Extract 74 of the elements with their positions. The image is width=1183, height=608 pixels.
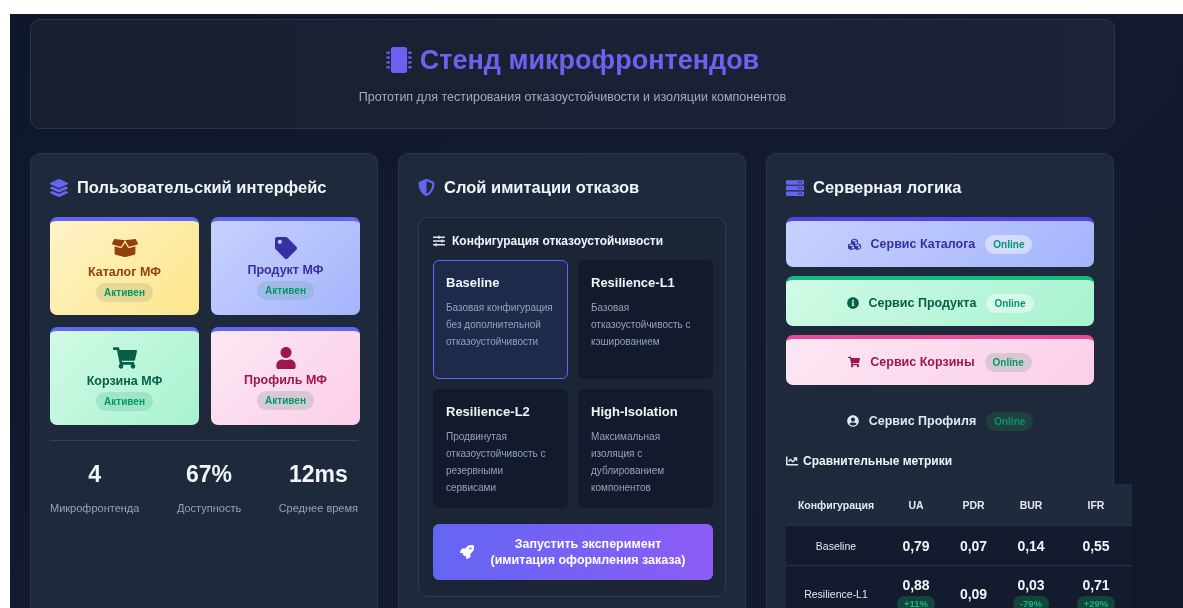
column-header: PDR <box>961 498 986 511</box>
config-name: Resilience-L2 <box>446 404 531 419</box>
service-name: Сервис Продукта <box>868 296 977 310</box>
status-badge: Online <box>986 293 1034 313</box>
stat-value: 67% <box>186 461 233 488</box>
metric-value: 0,03 <box>1017 576 1045 593</box>
column-header: IFR <box>1086 498 1106 511</box>
microfrontend-name: Каталог МФ <box>88 264 161 279</box>
run-experiment-button[interactable]: Запустить эксперимент (имитация оформления заказа) <box>433 524 713 580</box>
sliders-icon <box>433 235 445 247</box>
delta-badge: +11% <box>896 595 935 608</box>
config-title: Конфигурация отказоустойчивости <box>452 234 664 248</box>
column-header: UA <box>907 498 925 511</box>
info-icon <box>846 297 859 309</box>
metric-value: 0,14 <box>1017 537 1045 554</box>
column-header: BUR <box>1018 498 1044 511</box>
metric-value: 0,79 <box>902 537 930 554</box>
delta-badge: +29% <box>1076 595 1116 608</box>
page-title: Стенд микрофронтендов <box>419 44 760 76</box>
stat-label: Среднее время <box>278 502 358 514</box>
page-subtitle: Прототип для тестирования отказоустойчивости и изоляции компонентов <box>358 89 787 104</box>
config-name: Resilience-L1 <box>591 275 676 290</box>
config-cell-text: Resilience-L1 <box>803 587 869 600</box>
status-badge: Активен <box>257 280 314 300</box>
cart-icon <box>848 356 861 368</box>
config-name: High-Isolation <box>591 404 679 419</box>
user-icon <box>846 415 859 427</box>
stat-label: Микрофронтенда <box>50 502 140 514</box>
metric-value: 0,71 <box>1082 576 1110 593</box>
status-badge: Активен <box>96 282 153 302</box>
config-option[interactable]: High-Isolation Максимальная изоляция с дублированием компонентов <box>578 389 713 508</box>
panel-title: Слой имитации отказов <box>444 178 640 197</box>
cart-icon <box>112 345 137 370</box>
chip-icon <box>385 47 412 73</box>
microfrontend-name: Корзина МФ <box>86 373 163 388</box>
config-option[interactable]: Resilience-L1 Базовая отказоустойчивость с кэшированием <box>578 260 713 379</box>
status-badge: Online <box>986 411 1034 431</box>
metric-value: 0,09 <box>959 585 988 602</box>
cubes-icon <box>847 237 861 251</box>
stat-label: Доступность <box>176 502 242 514</box>
status-badge: Online <box>984 352 1032 372</box>
column-header: Конфигурация <box>796 498 876 511</box>
config-description: Базовая конфигурация без дополнительной отказоустойчивости <box>446 301 554 349</box>
service-name: Сервис Профиля <box>868 414 977 428</box>
config-option[interactable]: Baseline Базовая конфигурация без дополнительной отказоустойчивости <box>433 260 568 379</box>
microfrontend-name: Профиль МФ <box>243 372 328 387</box>
user-icon <box>274 346 297 369</box>
panel-title: Пользовательский интерфейс <box>77 178 327 197</box>
layers-icon <box>50 178 68 197</box>
delta-badge: -79% <box>1012 595 1050 608</box>
metric-value: 0,07 <box>959 537 988 554</box>
service-name: Сервис Каталога <box>870 237 976 251</box>
config-cell-text: Baseline <box>814 539 858 552</box>
microfrontend-name: Продукт МФ <box>247 262 324 277</box>
config-description: Базовая отказоустойчивость с кэшированием <box>591 301 692 349</box>
metric-value: 0,88 <box>902 576 930 593</box>
status-badge: Активен <box>96 391 153 411</box>
chart-line-icon <box>786 455 798 467</box>
status-badge: Online <box>985 234 1033 254</box>
config-name: Baseline <box>446 275 501 290</box>
server-icon <box>786 178 804 197</box>
tag-icon <box>274 236 297 259</box>
stat-value: 12ms <box>288 461 348 488</box>
service-name: Сервис Корзины <box>870 355 975 369</box>
panel-title: Серверная логика <box>813 178 962 197</box>
rocket-icon <box>460 545 475 559</box>
config-description: Продвинутая отказоустойчивость с резервными сервисами <box>446 430 547 495</box>
config-description: Максимальная изоляция с дублированием компонентов <box>591 430 666 495</box>
status-badge: Активен <box>257 390 314 410</box>
metric-value: 0,55 <box>1082 537 1110 554</box>
stat-value: 4 <box>88 461 102 488</box>
shield-icon <box>418 179 435 196</box>
metrics-title: Сравнительные метрики <box>803 454 953 468</box>
config-option[interactable]: Resilience-L2 Продвинутая отказоустойчивость с резервными сервисами <box>433 389 568 508</box>
